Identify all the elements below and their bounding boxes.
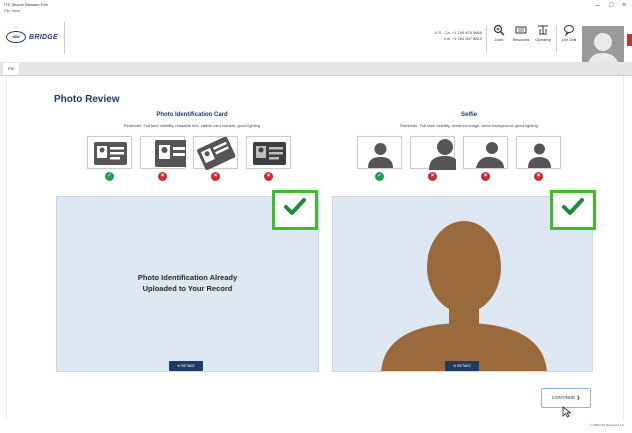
id-panel-message-line-2: Uploaded to Your Record <box>142 284 233 293</box>
window-menu[interactable]: File View <box>4 8 20 13</box>
person-tilted-icon <box>476 142 504 168</box>
status-error-icon: × <box>264 172 273 181</box>
logo-divider <box>64 22 65 54</box>
adjust-icon <box>538 25 548 35</box>
selfie-example-good <box>357 136 402 169</box>
contact-info: U.S., Ca. +1 194 876 5665 Intl. +1 284 5… <box>420 30 482 42</box>
id-card-glare-icon <box>253 142 286 165</box>
page-title: Photo Review <box>54 94 120 105</box>
id-retake-button[interactable]: ⟲ RETAKE <box>169 361 203 371</box>
status-error-icon: × <box>534 172 543 181</box>
status-error-icon: × <box>481 172 490 181</box>
window-title: ITS Secure Browser Exit <box>4 2 48 7</box>
selfie-example-tilted <box>463 136 508 169</box>
app-header: ISM BRIDGE U.S., Ca. +1 194 876 5665 Int… <box>0 14 632 68</box>
continue-button[interactable]: CONTINUE ❯ <box>541 388 591 408</box>
status-ok-icon: ✓ <box>375 172 384 181</box>
id-card-reminder: Reminder: Full face visibility, readable… <box>123 123 261 128</box>
operating-label: Operating <box>535 38 551 42</box>
zoom-icon <box>493 24 505 36</box>
selfie-retake-button[interactable]: ⟲ RETAKE <box>445 361 479 371</box>
resources-label: Resources <box>512 38 530 42</box>
logo-text: BRIDGE <box>29 33 59 41</box>
selfie-approved-checkmark <box>550 190 596 230</box>
footer-copyright: © 2023 ITS Services LLC <box>590 423 624 427</box>
person-icon <box>368 143 393 168</box>
id-example-glare <box>246 136 291 169</box>
app-logo: ISM BRIDGE <box>6 29 58 45</box>
id-example-cropped <box>140 136 186 169</box>
id-example-good <box>87 136 132 169</box>
zoom-label: Zoom <box>494 38 504 42</box>
tab-strip: PIV <box>0 62 632 76</box>
person-offcenter-icon <box>429 139 456 170</box>
logo-mark: ISM <box>6 31 26 43</box>
contact-line-2: Intl. +1 284 507 8810 <box>444 36 482 41</box>
status-error-icon: × <box>158 172 167 181</box>
selfie-example-background <box>516 136 561 169</box>
tab-piv[interactable]: PIV <box>3 63 20 75</box>
person-background-icon <box>528 143 551 168</box>
id-panel-message-line-1: Photo Identification Already <box>137 273 238 282</box>
id-card-icon <box>94 142 127 165</box>
window-titlebar: ITS Secure Browser Exit File View – □ × <box>0 0 632 14</box>
operating-button[interactable]: Operating <box>532 24 554 54</box>
status-ok-icon: ✓ <box>105 172 114 181</box>
id-example-tilted <box>193 136 238 170</box>
id-approved-checkmark <box>272 190 318 230</box>
status-error-icon: × <box>211 172 220 181</box>
live-chat-label: Live Chat <box>561 38 577 42</box>
zoom-button[interactable]: Zoom <box>488 24 510 54</box>
checkmark-icon <box>284 198 306 215</box>
checkmark-icon <box>562 198 584 215</box>
side-flag <box>627 34 632 46</box>
live-chat-button[interactable]: Live Chat <box>558 24 580 54</box>
id-card-tilted-icon <box>197 137 236 170</box>
maximize-button[interactable]: □ <box>609 2 613 10</box>
chat-icon <box>564 25 574 36</box>
selfie-example-offcenter <box>410 136 456 170</box>
close-button[interactable]: × <box>622 2 626 10</box>
selfie-title: Selfie <box>460 112 477 118</box>
minimize-button[interactable]: – <box>596 2 600 10</box>
main-content: Photo Review Photo Identification Card R… <box>6 76 624 420</box>
header-separator <box>556 26 557 52</box>
id-card-title: Photo Identification Card <box>156 112 228 118</box>
mouse-cursor-icon <box>562 406 572 418</box>
keyboard-icon <box>515 26 527 34</box>
id-card-cropped-icon <box>155 140 186 167</box>
header-separator <box>486 26 487 52</box>
resources-button[interactable]: Resources <box>510 24 532 54</box>
status-error-icon: × <box>428 172 437 181</box>
selfie-reminder: Reminder: Full face visibility, centered… <box>400 123 538 128</box>
